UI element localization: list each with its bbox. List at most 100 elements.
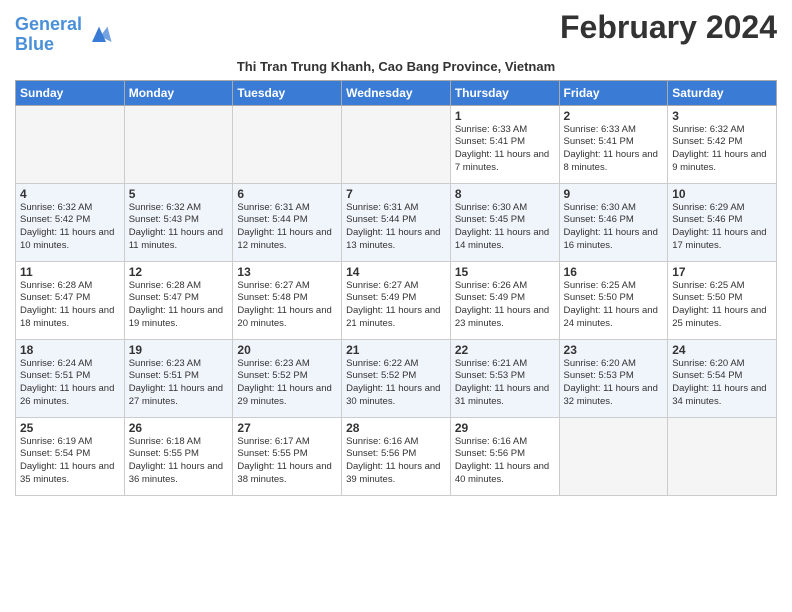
logo: General Blue: [15, 15, 113, 55]
day-info: Sunrise: 6:25 AM Sunset: 5:50 PM Dayligh…: [564, 280, 664, 331]
title-block: February 2024: [560, 10, 777, 45]
calendar-body: 1Sunrise: 6:33 AM Sunset: 5:41 PM Daylig…: [16, 105, 777, 495]
calendar-cell: [124, 105, 233, 183]
calendar-cell: [233, 105, 342, 183]
day-info: Sunrise: 6:27 AM Sunset: 5:48 PM Dayligh…: [237, 280, 337, 331]
calendar-cell: [16, 105, 125, 183]
day-info: Sunrise: 6:16 AM Sunset: 5:56 PM Dayligh…: [455, 436, 555, 487]
day-number: 26: [129, 421, 229, 435]
calendar-cell: 11Sunrise: 6:28 AM Sunset: 5:47 PM Dayli…: [16, 261, 125, 339]
day-info: Sunrise: 6:25 AM Sunset: 5:50 PM Dayligh…: [672, 280, 772, 331]
day-number: 23: [564, 343, 664, 357]
day-number: 10: [672, 187, 772, 201]
day-of-week-friday: Friday: [559, 80, 668, 105]
calendar-cell: 19Sunrise: 6:23 AM Sunset: 5:51 PM Dayli…: [124, 339, 233, 417]
day-number: 29: [455, 421, 555, 435]
calendar-cell: 10Sunrise: 6:29 AM Sunset: 5:46 PM Dayli…: [668, 183, 777, 261]
day-info: Sunrise: 6:30 AM Sunset: 5:45 PM Dayligh…: [455, 202, 555, 253]
day-info: Sunrise: 6:31 AM Sunset: 5:44 PM Dayligh…: [346, 202, 446, 253]
calendar-cell: 18Sunrise: 6:24 AM Sunset: 5:51 PM Dayli…: [16, 339, 125, 417]
day-number: 8: [455, 187, 555, 201]
day-info: Sunrise: 6:28 AM Sunset: 5:47 PM Dayligh…: [20, 280, 120, 331]
day-number: 18: [20, 343, 120, 357]
calendar-cell: 4Sunrise: 6:32 AM Sunset: 5:42 PM Daylig…: [16, 183, 125, 261]
calendar-cell: [668, 417, 777, 495]
day-info: Sunrise: 6:16 AM Sunset: 5:56 PM Dayligh…: [346, 436, 446, 487]
day-of-week-thursday: Thursday: [450, 80, 559, 105]
day-number: 16: [564, 265, 664, 279]
day-info: Sunrise: 6:22 AM Sunset: 5:52 PM Dayligh…: [346, 358, 446, 409]
day-info: Sunrise: 6:21 AM Sunset: 5:53 PM Dayligh…: [455, 358, 555, 409]
day-number: 15: [455, 265, 555, 279]
calendar-cell: 20Sunrise: 6:23 AM Sunset: 5:52 PM Dayli…: [233, 339, 342, 417]
day-info: Sunrise: 6:17 AM Sunset: 5:55 PM Dayligh…: [237, 436, 337, 487]
calendar-cell: 8Sunrise: 6:30 AM Sunset: 5:45 PM Daylig…: [450, 183, 559, 261]
day-info: Sunrise: 6:32 AM Sunset: 5:42 PM Dayligh…: [672, 124, 772, 175]
day-number: 11: [20, 265, 120, 279]
day-of-week-wednesday: Wednesday: [342, 80, 451, 105]
calendar-cell: 5Sunrise: 6:32 AM Sunset: 5:43 PM Daylig…: [124, 183, 233, 261]
day-number: 6: [237, 187, 337, 201]
calendar-cell: 28Sunrise: 6:16 AM Sunset: 5:56 PM Dayli…: [342, 417, 451, 495]
day-info: Sunrise: 6:33 AM Sunset: 5:41 PM Dayligh…: [564, 124, 664, 175]
calendar-header: SundayMondayTuesdayWednesdayThursdayFrid…: [16, 80, 777, 105]
calendar-cell: 17Sunrise: 6:25 AM Sunset: 5:50 PM Dayli…: [668, 261, 777, 339]
logo-text: General Blue: [15, 15, 82, 55]
calendar: SundayMondayTuesdayWednesdayThursdayFrid…: [15, 80, 777, 496]
day-info: Sunrise: 6:27 AM Sunset: 5:49 PM Dayligh…: [346, 280, 446, 331]
day-info: Sunrise: 6:24 AM Sunset: 5:51 PM Dayligh…: [20, 358, 120, 409]
calendar-cell: 13Sunrise: 6:27 AM Sunset: 5:48 PM Dayli…: [233, 261, 342, 339]
calendar-cell: 1Sunrise: 6:33 AM Sunset: 5:41 PM Daylig…: [450, 105, 559, 183]
day-number: 3: [672, 109, 772, 123]
day-number: 5: [129, 187, 229, 201]
calendar-cell: 12Sunrise: 6:28 AM Sunset: 5:47 PM Dayli…: [124, 261, 233, 339]
logo-icon: [85, 21, 113, 49]
day-number: 9: [564, 187, 664, 201]
day-of-week-monday: Monday: [124, 80, 233, 105]
main-title: February 2024: [560, 10, 777, 45]
calendar-cell: 2Sunrise: 6:33 AM Sunset: 5:41 PM Daylig…: [559, 105, 668, 183]
day-info: Sunrise: 6:19 AM Sunset: 5:54 PM Dayligh…: [20, 436, 120, 487]
calendar-cell: 26Sunrise: 6:18 AM Sunset: 5:55 PM Dayli…: [124, 417, 233, 495]
logo-blue: Blue: [15, 34, 54, 54]
day-info: Sunrise: 6:33 AM Sunset: 5:41 PM Dayligh…: [455, 124, 555, 175]
calendar-cell: 3Sunrise: 6:32 AM Sunset: 5:42 PM Daylig…: [668, 105, 777, 183]
day-info: Sunrise: 6:32 AM Sunset: 5:43 PM Dayligh…: [129, 202, 229, 253]
page: General Blue February 2024 Thi Tran Trun…: [0, 0, 792, 506]
day-number: 27: [237, 421, 337, 435]
calendar-cell: 14Sunrise: 6:27 AM Sunset: 5:49 PM Dayli…: [342, 261, 451, 339]
day-number: 17: [672, 265, 772, 279]
calendar-cell: 21Sunrise: 6:22 AM Sunset: 5:52 PM Dayli…: [342, 339, 451, 417]
calendar-cell: 15Sunrise: 6:26 AM Sunset: 5:49 PM Dayli…: [450, 261, 559, 339]
day-number: 4: [20, 187, 120, 201]
day-info: Sunrise: 6:20 AM Sunset: 5:53 PM Dayligh…: [564, 358, 664, 409]
day-header-row: SundayMondayTuesdayWednesdayThursdayFrid…: [16, 80, 777, 105]
day-info: Sunrise: 6:28 AM Sunset: 5:47 PM Dayligh…: [129, 280, 229, 331]
calendar-cell: 16Sunrise: 6:25 AM Sunset: 5:50 PM Dayli…: [559, 261, 668, 339]
day-info: Sunrise: 6:29 AM Sunset: 5:46 PM Dayligh…: [672, 202, 772, 253]
week-row: 18Sunrise: 6:24 AM Sunset: 5:51 PM Dayli…: [16, 339, 777, 417]
week-row: 25Sunrise: 6:19 AM Sunset: 5:54 PM Dayli…: [16, 417, 777, 495]
day-number: 20: [237, 343, 337, 357]
day-number: 19: [129, 343, 229, 357]
day-of-week-sunday: Sunday: [16, 80, 125, 105]
day-number: 28: [346, 421, 446, 435]
calendar-cell: 23Sunrise: 6:20 AM Sunset: 5:53 PM Dayli…: [559, 339, 668, 417]
calendar-cell: 6Sunrise: 6:31 AM Sunset: 5:44 PM Daylig…: [233, 183, 342, 261]
day-number: 13: [237, 265, 337, 279]
day-info: Sunrise: 6:26 AM Sunset: 5:49 PM Dayligh…: [455, 280, 555, 331]
day-number: 12: [129, 265, 229, 279]
calendar-cell: 24Sunrise: 6:20 AM Sunset: 5:54 PM Dayli…: [668, 339, 777, 417]
calendar-cell: 22Sunrise: 6:21 AM Sunset: 5:53 PM Dayli…: [450, 339, 559, 417]
day-of-week-saturday: Saturday: [668, 80, 777, 105]
calendar-cell: [559, 417, 668, 495]
day-of-week-tuesday: Tuesday: [233, 80, 342, 105]
calendar-cell: 9Sunrise: 6:30 AM Sunset: 5:46 PM Daylig…: [559, 183, 668, 261]
week-row: 1Sunrise: 6:33 AM Sunset: 5:41 PM Daylig…: [16, 105, 777, 183]
calendar-cell: [342, 105, 451, 183]
day-info: Sunrise: 6:31 AM Sunset: 5:44 PM Dayligh…: [237, 202, 337, 253]
day-number: 22: [455, 343, 555, 357]
day-info: Sunrise: 6:20 AM Sunset: 5:54 PM Dayligh…: [672, 358, 772, 409]
week-row: 4Sunrise: 6:32 AM Sunset: 5:42 PM Daylig…: [16, 183, 777, 261]
day-number: 24: [672, 343, 772, 357]
